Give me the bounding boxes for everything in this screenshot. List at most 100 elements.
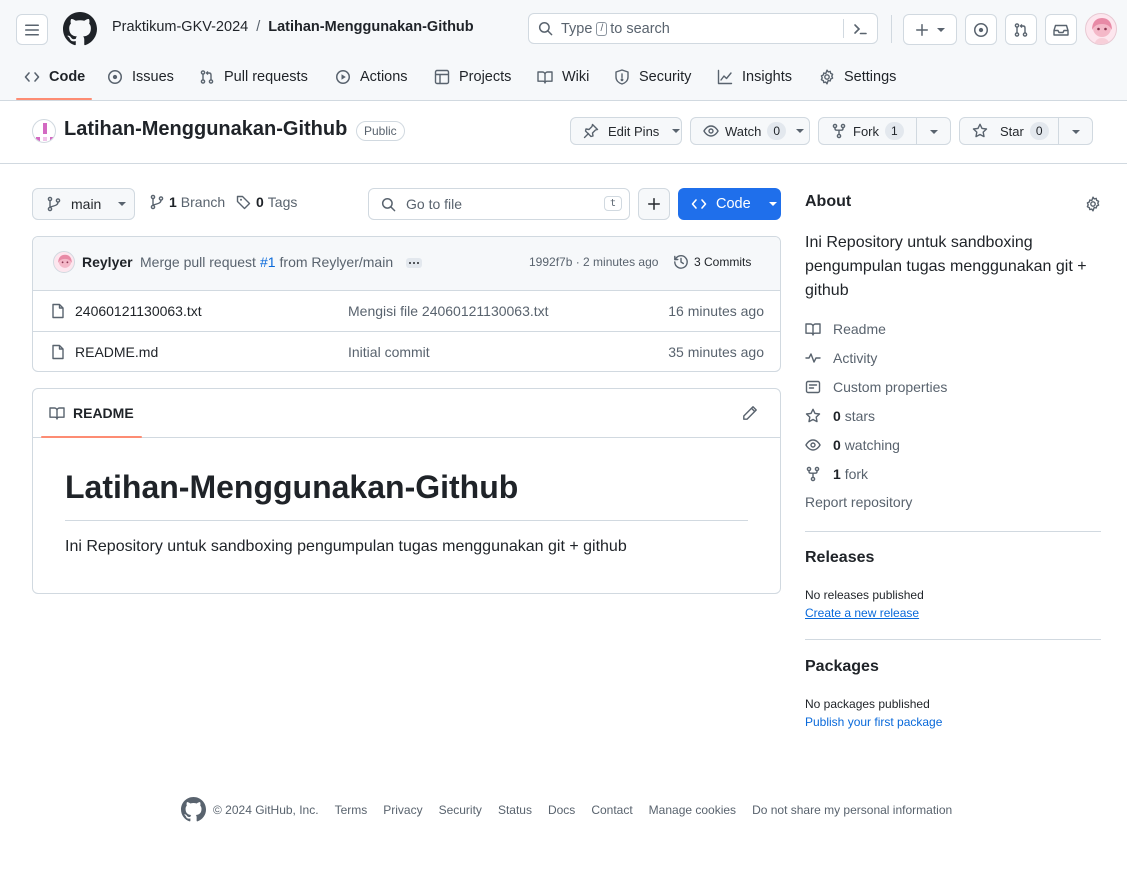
tab-code[interactable]: Code [24, 62, 85, 92]
file-name[interactable]: 24060121130063.txt [75, 303, 202, 319]
stars-link[interactable]: 0 stars [805, 406, 875, 426]
create-release-link[interactable]: Create a new release [805, 606, 919, 620]
readme-tab[interactable]: README [49, 405, 134, 421]
commit-message[interactable]: Merge pull request #1 from Reylyer/main [140, 254, 393, 270]
go-to-file-placeholder: Go to file [406, 196, 463, 212]
commit-hash-time[interactable]: 1992f7b · 2 minutes ago [529, 255, 658, 269]
branches-link[interactable]: 1 Branch [149, 194, 225, 210]
repo-owner-avatar[interactable] [32, 119, 56, 143]
tab-security[interactable]: Security [614, 62, 691, 92]
watch-button[interactable]: Watch 0 [690, 117, 810, 145]
pr-link[interactable]: #1 [260, 254, 276, 270]
file-icon [50, 303, 66, 319]
forks-link[interactable]: 1 fork [805, 464, 868, 484]
watch-label: Watch [725, 123, 762, 139]
user-avatar[interactable] [1085, 13, 1117, 45]
readme-tab-underline [41, 436, 142, 438]
pull-requests-button[interactable] [1005, 14, 1037, 45]
footer-link-security[interactable]: Security [439, 803, 482, 817]
active-tab-underline [16, 98, 92, 100]
tab-insights[interactable]: Insights [717, 62, 792, 92]
chevron-down-icon [768, 202, 777, 206]
commit-author-avatar[interactable] [53, 251, 75, 273]
custom-properties-link[interactable]: Custom properties [805, 377, 947, 397]
footer-link-privacy[interactable]: Privacy [383, 803, 422, 817]
branch-selector[interactable]: main [32, 188, 135, 220]
report-repository-link[interactable]: Report repository [805, 494, 912, 510]
watching-link[interactable]: 0 watching [805, 435, 900, 455]
go-to-file-input[interactable]: Go to file t [368, 188, 630, 220]
issues-button[interactable] [965, 14, 997, 45]
menu-button[interactable] [16, 14, 48, 45]
play-icon [335, 69, 351, 85]
ellipsis-icon[interactable] [406, 258, 422, 268]
table-icon [434, 69, 450, 85]
footer-link-status[interactable]: Status [498, 803, 532, 817]
tab-pull-requests[interactable]: Pull requests [199, 62, 308, 92]
footer-link-manage-cookies[interactable]: Manage cookies [649, 803, 736, 817]
search-input[interactable]: Type / to search [528, 13, 878, 44]
eye-icon [805, 437, 821, 453]
fork-count: 1 [885, 122, 904, 140]
search-prefix: Type [561, 20, 593, 37]
git-branch-icon [46, 196, 62, 212]
activity-link-label: Activity [833, 350, 878, 366]
breadcrumb-repo[interactable]: Latihan-Menggunakan-Github [268, 19, 473, 35]
github-logo-icon[interactable] [181, 797, 206, 822]
create-new-button[interactable] [903, 14, 957, 45]
gear-icon[interactable] [1085, 196, 1101, 212]
chevron-down-icon [118, 202, 127, 206]
tab-wiki[interactable]: Wiki [537, 62, 589, 92]
eye-icon [703, 123, 719, 139]
inbox-icon [1053, 22, 1069, 38]
fork-button[interactable]: Fork 1 [818, 117, 951, 145]
watch-count: 0 [767, 122, 787, 140]
issue-opened-icon [973, 22, 989, 38]
tab-projects[interactable]: Projects [434, 62, 511, 92]
edit-pins-button[interactable]: Edit Pins [570, 117, 682, 145]
no-packages-text: No packages published [805, 697, 930, 711]
code-download-button[interactable]: Code [678, 188, 781, 220]
footer-link-do-not-share[interactable]: Do not share my personal information [752, 803, 952, 817]
table-row[interactable]: README.md Initial commit 35 minutes ago [33, 331, 780, 371]
commits-link[interactable]: 3 Commits [673, 254, 751, 270]
search-icon [381, 197, 396, 212]
tab-issues[interactable]: Issues [107, 62, 174, 92]
tab-label: Projects [459, 69, 512, 85]
tab-actions[interactable]: Actions [335, 62, 408, 92]
commit-author[interactable]: Reylyer [82, 254, 133, 270]
edit-pins-label: Edit Pins [608, 123, 660, 139]
add-file-button[interactable] [638, 188, 670, 220]
pin-icon [583, 123, 599, 139]
readme-link[interactable]: Readme [805, 319, 886, 339]
repo-title[interactable]: Latihan-Menggunakan-Github [64, 118, 347, 141]
git-branch-icon [149, 194, 165, 210]
file-commit-message[interactable]: Initial commit [348, 344, 430, 360]
footer-link-contact[interactable]: Contact [591, 803, 632, 817]
tab-settings[interactable]: Settings [819, 62, 896, 92]
publish-package-link[interactable]: Publish your first package [805, 715, 942, 729]
releases-heading[interactable]: Releases [805, 549, 874, 567]
no-releases-text: No releases published [805, 588, 924, 602]
star-button[interactable]: Star 0 [959, 117, 1093, 145]
packages-heading[interactable]: Packages [805, 658, 879, 676]
command-palette-icon[interactable] [852, 21, 868, 37]
inbox-button[interactable] [1045, 14, 1077, 45]
chevron-down-icon[interactable] [1072, 130, 1080, 134]
file-icon [50, 344, 66, 360]
issue-opened-icon [107, 69, 123, 85]
file-commit-message[interactable]: Mengisi file 24060121130063.txt [348, 303, 549, 319]
button-divider [1058, 118, 1059, 144]
pencil-icon[interactable] [742, 405, 758, 421]
activity-link[interactable]: Activity [805, 348, 877, 368]
footer-link-docs[interactable]: Docs [548, 803, 575, 817]
tags-link[interactable]: 0 Tags [236, 194, 297, 210]
breadcrumb-owner[interactable]: Praktikum-GKV-2024 [112, 19, 248, 35]
file-name[interactable]: README.md [75, 344, 158, 360]
graph-icon [717, 69, 733, 85]
table-row[interactable]: 24060121130063.txt Mengisi file 24060121… [33, 290, 780, 331]
footer-link-terms[interactable]: Terms [335, 803, 368, 817]
chevron-down-icon[interactable] [930, 130, 938, 134]
git-pull-request-icon [199, 69, 215, 85]
github-logo-icon[interactable] [63, 12, 97, 46]
